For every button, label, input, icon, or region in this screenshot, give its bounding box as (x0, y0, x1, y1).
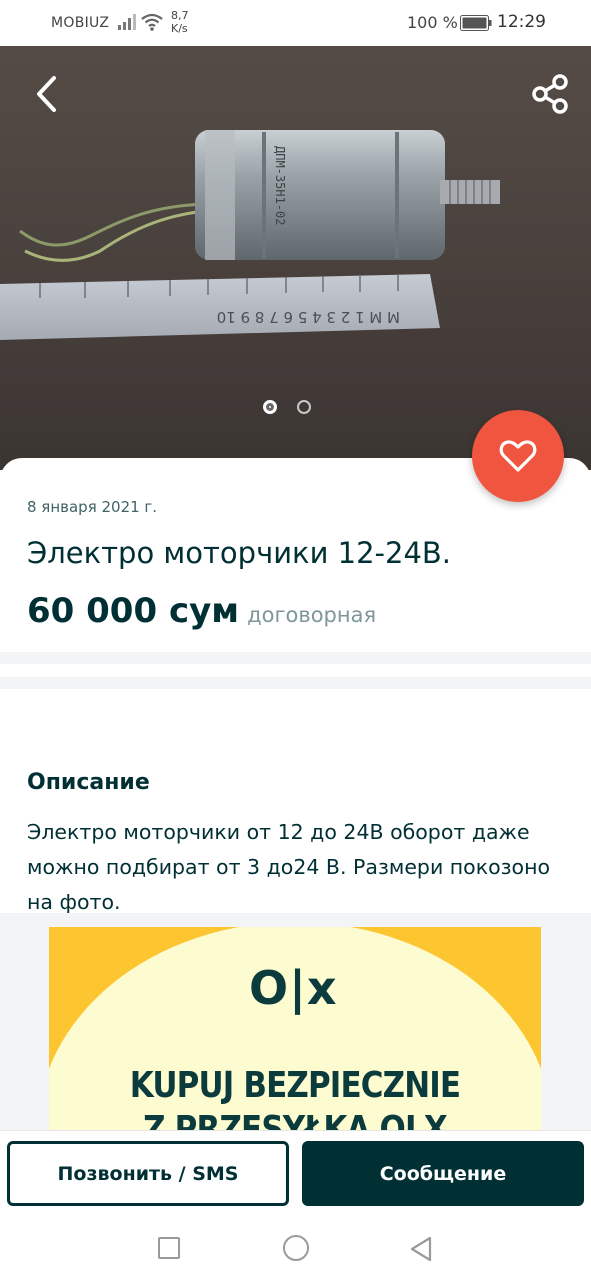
network-speed: 8,7 K/s (171, 9, 189, 35)
price-negotiable-label: договорная (247, 603, 377, 627)
listing-price: 60 000 сум (27, 591, 240, 631)
battery-icon (460, 15, 492, 31)
chevron-left-icon (37, 76, 56, 112)
olx-logo: O|x (249, 961, 338, 1015)
contact-actions-bar: Позвонить / SMS Сообщение (0, 1130, 591, 1216)
back-button[interactable] (22, 70, 70, 118)
favorite-button[interactable] (472, 410, 564, 502)
status-bar: MOBIUZ 8,7 K/s 100 % 12:29 (0, 0, 591, 46)
heart-icon (499, 440, 537, 472)
svg-text:ДПМ-35Н1-02: ДПМ-35Н1-02 (273, 146, 287, 225)
svg-text:M M 1 2 3 4 5 6 7 8 9: M M 1 2 3 4 5 6 7 8 9 10 (217, 308, 400, 326)
carrier-name: MOBIUZ (51, 15, 110, 31)
share-button[interactable] (526, 70, 574, 118)
section-divider (0, 652, 591, 664)
network-speed-unit: K/s (171, 22, 188, 35)
wifi-icon (141, 13, 163, 31)
signal-icon (118, 14, 136, 30)
banner-headline-1: KUPUJ BEZPIECZNIE (129, 1065, 461, 1106)
share-icon (532, 74, 568, 114)
home-icon[interactable] (283, 1235, 309, 1261)
call-sms-button[interactable]: Позвонить / SMS (7, 1141, 289, 1206)
description-text: Электро моторчики от 12 до 24В оборот да… (27, 820, 551, 914)
message-button[interactable]: Сообщение (302, 1141, 584, 1206)
price-row: 60 000 сум договорная (27, 591, 376, 631)
recent-apps-icon[interactable] (158, 1237, 180, 1259)
gallery-dot-active[interactable] (263, 400, 277, 414)
description-heading: Описание (27, 770, 150, 795)
network-speed-value: 8,7 (171, 9, 189, 22)
nav-back-icon[interactable] (408, 1235, 434, 1263)
gallery-dot[interactable] (297, 400, 311, 414)
listing-date: 8 января 2021 г. (27, 498, 158, 516)
promo-banner-area: O|x KUPUJ BEZPIECZNIE Z PRZESYŁKĄ OLX (0, 913, 591, 1143)
listing-title: Электро моторчики 12-24В. (27, 536, 452, 570)
clock: 12:29 (497, 12, 546, 32)
promo-banner[interactable]: O|x KUPUJ BEZPIECZNIE Z PRZESYŁKĄ OLX (49, 927, 541, 1143)
section-divider (0, 677, 591, 689)
listing-photo-gallery[interactable]: M M 1 2 3 4 5 6 7 8 9 10 ДПМ-35Н1-02 (0, 46, 591, 470)
system-navigation-bar (0, 1216, 591, 1280)
battery-percent: 100 % (407, 13, 458, 32)
